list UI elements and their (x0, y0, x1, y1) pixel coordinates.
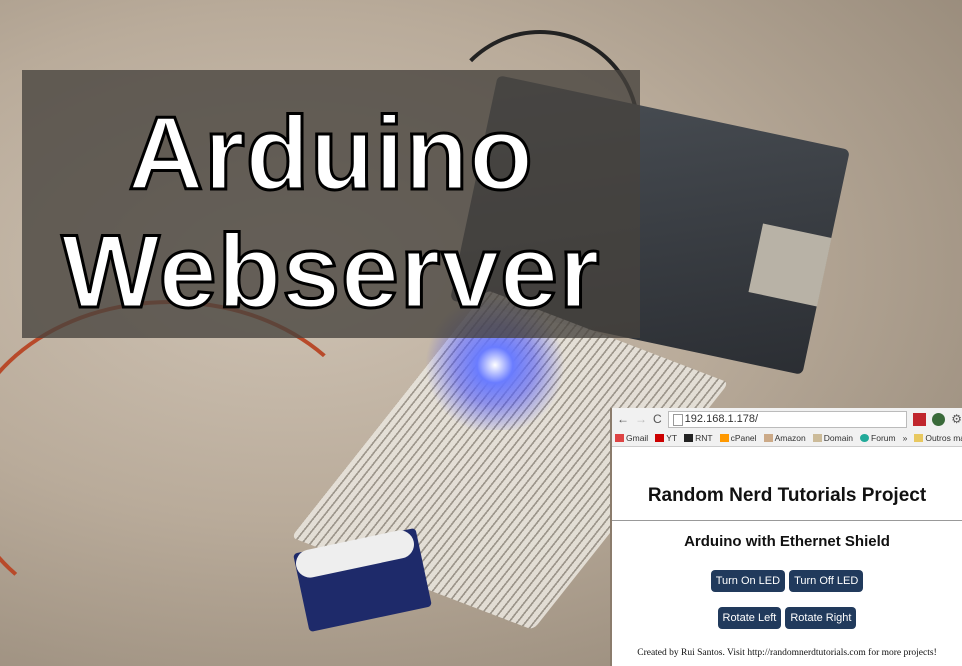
more-bookmarks[interactable]: » (903, 433, 908, 443)
reload-icon[interactable]: C (653, 412, 662, 426)
page-subtitle: Arduino with Ethernet Shield (684, 533, 890, 550)
bookmark-gmail[interactable]: Gmail (615, 433, 648, 443)
divider (612, 520, 962, 521)
bookmark-yt[interactable]: YT (655, 433, 677, 443)
cpanel-icon (719, 434, 729, 442)
page-title: Random Nerd Tutorials Project (647, 485, 927, 506)
ethernet-jack (748, 223, 832, 307)
title-line-1: Arduino (127, 96, 535, 212)
bookmark-amazon[interactable]: Amazon (763, 433, 806, 443)
address-bar[interactable]: 192.168.1.178/ (667, 410, 908, 428)
browser-window: ← → C 192.168.1.178/ ⚙ Gmail YT RNT cPan… (610, 408, 962, 666)
turn-on-led-button[interactable]: Turn On LED (710, 570, 786, 592)
bookmarks-bar: Gmail YT RNT cPanel Amazon Domain Forum … (612, 430, 962, 447)
footer-text: Created by Rui Santos. Visit http://rand… (637, 648, 937, 658)
rotate-right-button[interactable]: Rotate Right (785, 607, 857, 629)
bookmark-forum[interactable]: Forum (860, 433, 896, 443)
forum-icon (860, 434, 870, 442)
bookmark-rnt[interactable]: RNT (684, 433, 713, 443)
domain-icon (812, 434, 822, 442)
title-overlay: Arduino Webserver (22, 70, 640, 338)
forward-icon[interactable]: → (635, 412, 647, 426)
rotate-left-button[interactable]: Rotate Left (717, 607, 782, 629)
bookmark-domain[interactable]: Domain (812, 433, 853, 443)
back-icon[interactable]: ← (617, 412, 629, 426)
settings-gear-icon[interactable]: ⚙ (951, 412, 962, 426)
amazon-icon (763, 434, 773, 442)
gmail-icon (615, 434, 624, 442)
bookmark-other[interactable]: Outros marca (914, 433, 962, 443)
turn-off-led-button[interactable]: Turn Off LED (789, 570, 864, 592)
youtube-icon (655, 434, 665, 442)
browser-toolbar: ← → C 192.168.1.178/ ⚙ (612, 408, 962, 430)
folder-icon (914, 434, 924, 442)
bookmark-cpanel[interactable]: cPanel (719, 433, 757, 443)
rnt-icon (684, 434, 694, 442)
title-line-2: Webserver (60, 214, 601, 330)
extension-icon[interactable] (913, 412, 927, 426)
extension-icon[interactable] (932, 412, 946, 426)
